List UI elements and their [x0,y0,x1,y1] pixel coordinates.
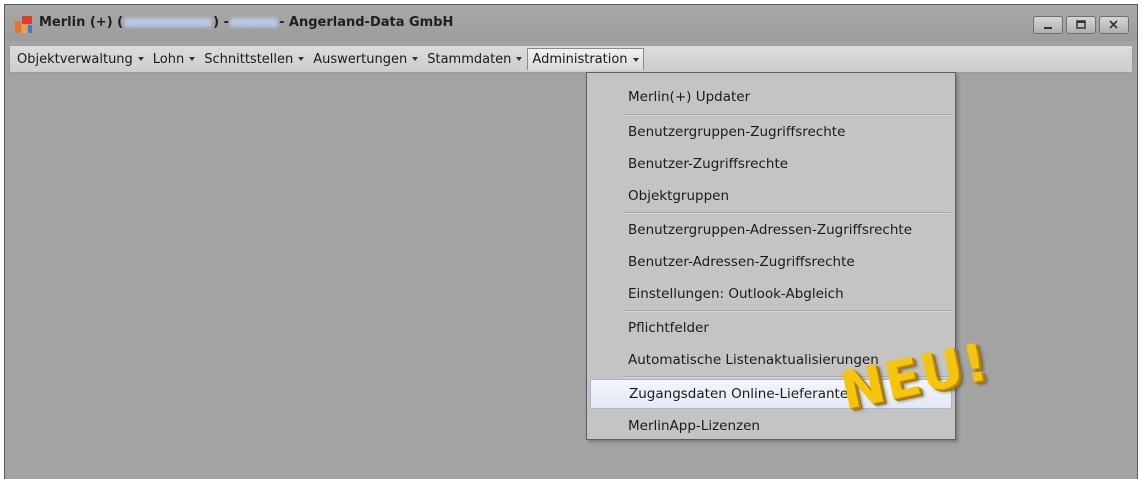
title-mid: ) - [213,15,229,30]
chevron-down-icon [632,57,639,62]
menu-objektverwaltung[interactable]: Objektverwaltung [13,48,148,70]
menu-label: Lohn [152,51,185,67]
menu-item-label: Benutzer-Zugriffsrechte [628,156,789,172]
menu-item-pflichtfelder[interactable]: Pflichtfelder [590,313,952,343]
menu-label: Stammdaten [427,51,512,67]
chevron-down-icon [189,57,196,61]
menu-label: Administration [532,52,628,67]
menu-administration[interactable]: Administration [527,48,644,70]
menu-item-benutzergruppen-zugriffsrechte[interactable]: Benutzergruppen-Zugriffsrechte [590,117,952,147]
menu-item-benutzer-adressen-zugriffsrechte[interactable]: Benutzer-Adressen-Zugriffsrechte [590,247,952,277]
menu-item-outlook-abgleich[interactable]: Einstellungen: Outlook-Abgleich [590,279,952,309]
chevron-down-icon [137,57,144,61]
redacted-text [229,18,278,27]
menu-label: Auswertungen [313,51,408,67]
menu-stammdaten[interactable]: Stammdaten [423,48,526,70]
menu-separator [622,310,951,312]
minimize-button[interactable] [1033,16,1063,34]
menu-item-label: Einstellungen: Outlook-Abgleich [628,286,844,302]
minimize-icon [1044,27,1052,29]
app-logo-icon [15,16,33,33]
menu-item-benutzergruppen-adressen-zugriffsrechte[interactable]: Benutzergruppen-Adressen-Zugriffsrechte [590,215,952,245]
menu-item-label: Benutzergruppen-Adressen-Zugriffsrechte [628,222,913,238]
menu-item-label: MerlinApp-Lizenzen [628,418,760,434]
window-controls [1033,16,1129,34]
redacted-text [124,18,213,27]
menu-separator [622,114,951,116]
menu-item-merlin-updater[interactable]: Merlin(+) Updater [590,82,952,112]
menu-item-label: Pflichtfelder [628,320,709,336]
close-button[interactable] [1099,16,1129,34]
chevron-down-icon [516,57,523,61]
menu-auswertungen[interactable]: Auswertungen [309,48,422,70]
menu-lohn[interactable]: Lohn [149,48,199,70]
menu-schnittstellen[interactable]: Schnittstellen [200,48,308,70]
window-title: Merlin (+) ( ) - - Angerland-Data GmbH [39,15,453,30]
menu-label: Schnittstellen [204,51,294,67]
maximize-button[interactable] [1066,16,1096,34]
menu-item-merlinapp-lizenzen[interactable]: MerlinApp-Lizenzen [590,411,952,441]
chevron-down-icon [298,57,305,61]
menu-item-label: Objektgruppen [628,188,730,204]
menu-item-label: Zugangsdaten Online-Lieferanten [629,386,857,402]
menu-bar: Objektverwaltung Lohn Schnittstellen Aus… [9,45,1133,73]
menu-item-label: Merlin(+) Updater [628,89,751,105]
menu-separator [622,212,951,214]
menu-item-label: Benutzer-Adressen-Zugriffsrechte [628,254,855,270]
chevron-down-icon [412,57,419,61]
menu-label: Objektverwaltung [17,51,133,67]
app-window: Merlin (+) ( ) - - Angerland-Data GmbH O… [4,4,1138,479]
menu-item-objektgruppen[interactable]: Objektgruppen [590,181,952,211]
title-bar[interactable]: Merlin (+) ( ) - - Angerland-Data GmbH [5,5,1137,41]
close-icon [1109,20,1118,29]
title-suffix: - Angerland-Data GmbH [278,15,454,30]
menu-item-label: Benutzergruppen-Zugriffsrechte [628,124,846,140]
title-prefix: Merlin (+) ( [39,15,124,30]
menu-item-benutzer-zugriffsrechte[interactable]: Benutzer-Zugriffsrechte [590,149,952,179]
maximize-icon [1076,20,1086,29]
